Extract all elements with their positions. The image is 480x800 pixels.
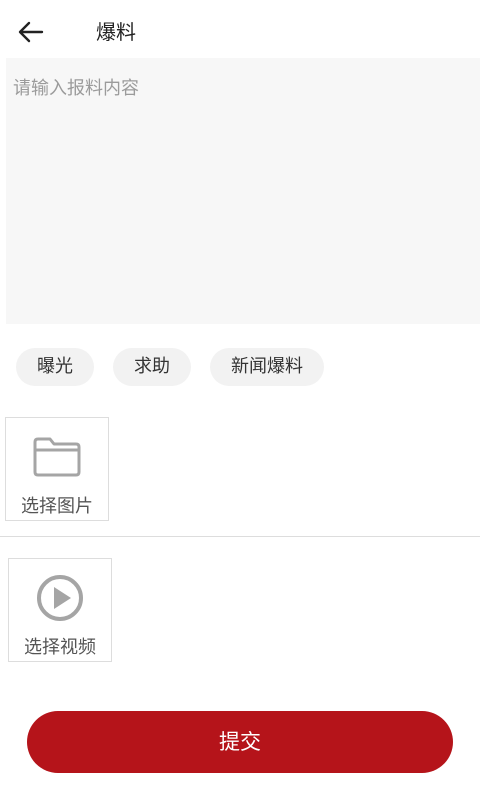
tag-help[interactable]: 求助	[113, 348, 191, 386]
page-title: 爆料	[96, 20, 136, 44]
select-video-button[interactable]: 选择视频	[8, 558, 112, 662]
back-button[interactable]	[18, 16, 58, 48]
header: 爆料	[0, 0, 480, 62]
tag-exposure[interactable]: 曝光	[16, 348, 94, 386]
select-video-label: 选择视频	[24, 637, 96, 658]
submit-button[interactable]: 提交	[27, 711, 453, 773]
tag-list: 曝光 求助 新闻爆料	[16, 348, 324, 386]
arrow-left-icon	[18, 21, 44, 43]
folder-icon	[32, 434, 82, 480]
tag-news-tip[interactable]: 新闻爆料	[210, 348, 324, 386]
play-circle-icon	[35, 575, 85, 621]
report-page: 爆料 曝光 求助 新闻爆料 选择图片 选择视频 提交	[0, 0, 480, 800]
content-input[interactable]	[13, 74, 473, 308]
select-image-button[interactable]: 选择图片	[5, 417, 109, 521]
select-image-label: 选择图片	[21, 496, 93, 517]
divider	[0, 536, 480, 537]
content-input-area[interactable]	[6, 58, 480, 324]
